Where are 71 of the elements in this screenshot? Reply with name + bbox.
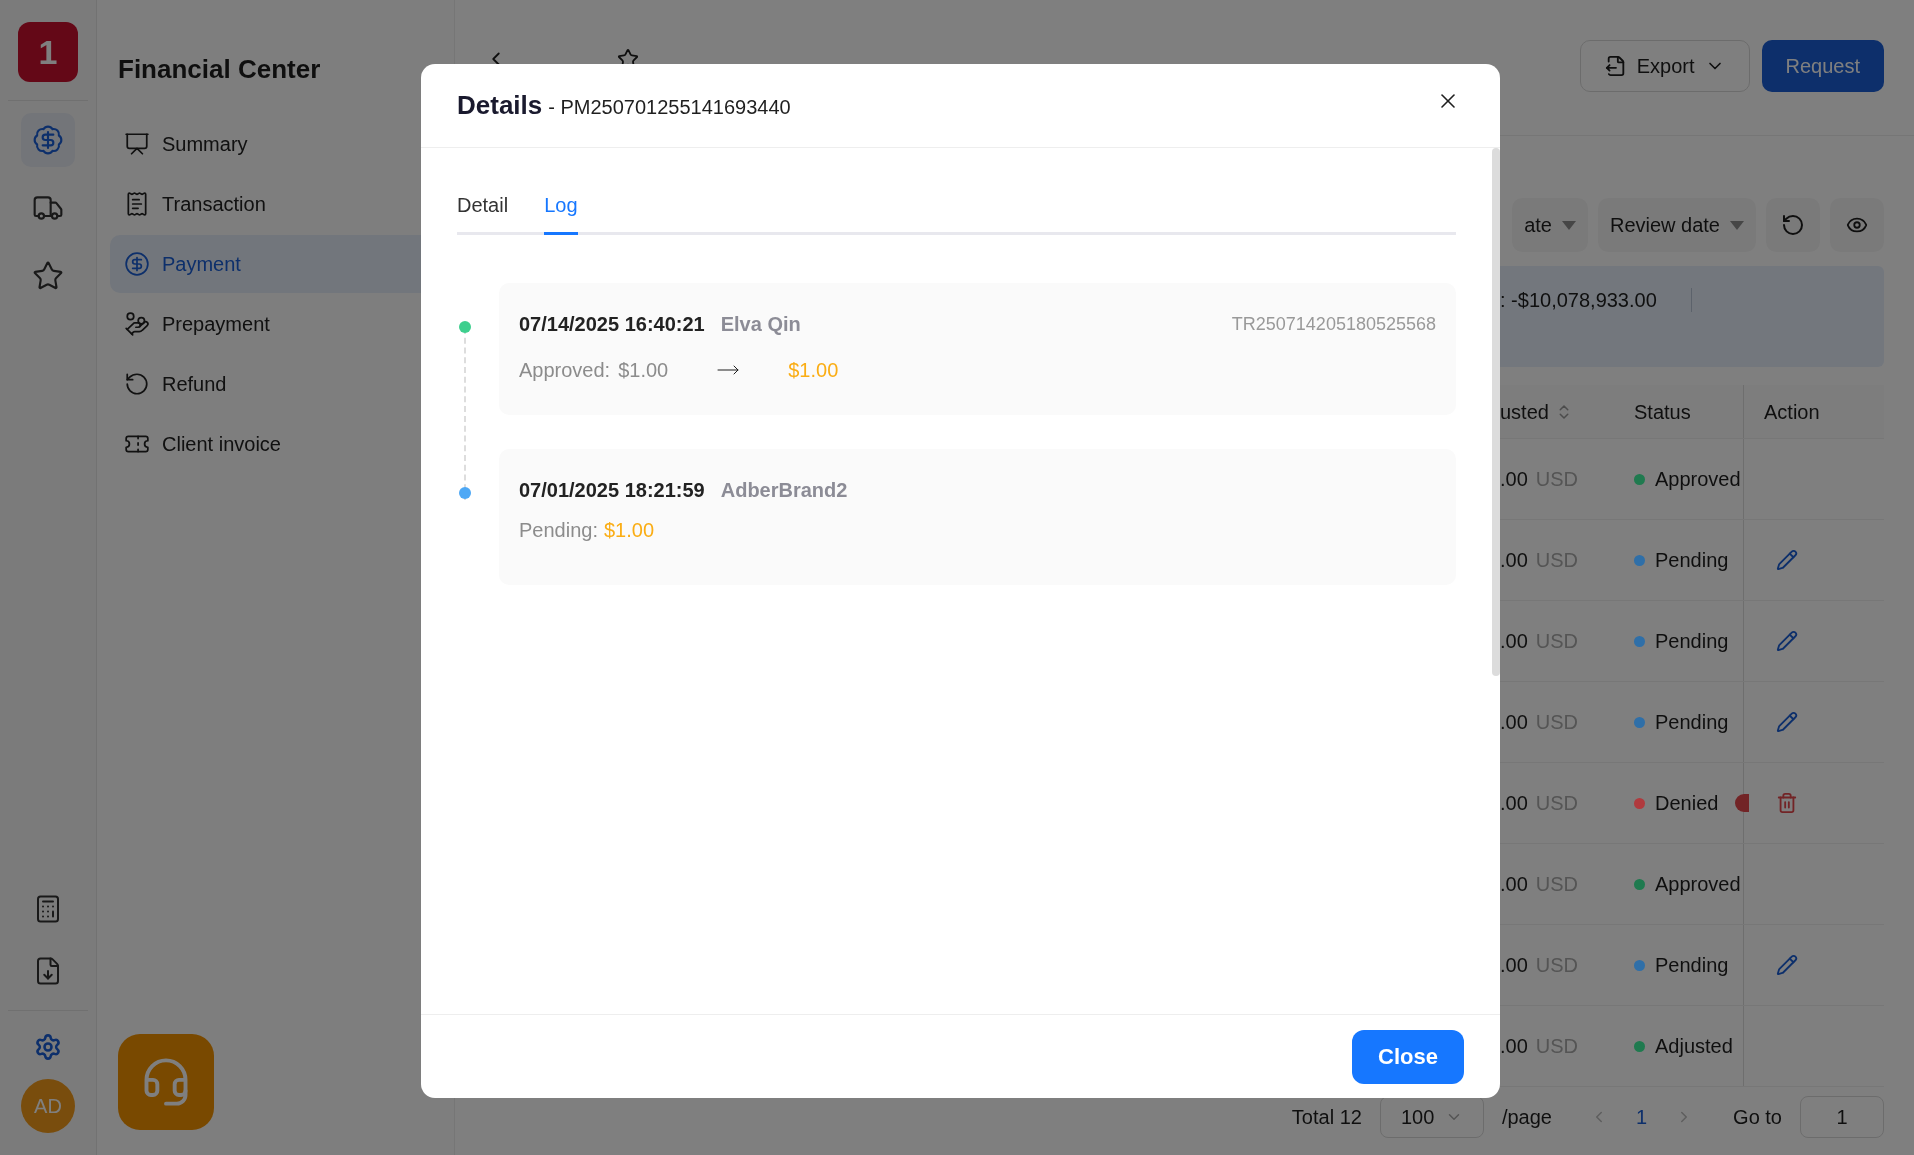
amount-cell-text: .00 — [1500, 872, 1528, 897]
view-button[interactable] — [1830, 198, 1884, 252]
request-button[interactable]: Request — [1761, 40, 1884, 92]
status-label: Pending — [1655, 953, 1729, 978]
receipt-icon — [124, 191, 150, 217]
log-timestamp: 07/01/2025 18:21:59 — [519, 478, 705, 503]
new-amount: $1.00 — [788, 358, 839, 383]
star-icon — [32, 260, 64, 292]
export-button[interactable]: Export — [1579, 40, 1750, 92]
sidebar-item[interactable]: Client invoice — [110, 415, 441, 473]
edit-icon[interactable] — [1776, 549, 1798, 571]
amount-cell-text: .00 — [1500, 467, 1528, 492]
new-amount: $1.00 — [603, 518, 655, 543]
dropdown-triangle-icon — [1730, 220, 1744, 230]
dollar-circle-icon — [124, 251, 150, 277]
log-status: Pending: — [519, 518, 598, 543]
column-header: Status — [1634, 399, 1691, 425]
sidebar-item[interactable]: Transaction — [110, 175, 441, 233]
amount-cell-text: .00 — [1500, 791, 1528, 816]
sidebar-title: Financial Center — [117, 53, 322, 86]
per-page-label: /page — [1501, 1105, 1552, 1130]
old-amount: $1.00 — [618, 358, 669, 383]
refresh-icon — [1781, 213, 1805, 237]
status-label: Pending — [1655, 629, 1729, 654]
column-header: usted — [1500, 399, 1549, 425]
dialog-title: Details — [457, 89, 543, 122]
status-label: Approved — [1655, 872, 1741, 897]
amount-cell-text: .00 — [1500, 629, 1528, 654]
dialog-tab[interactable]: Detail — [457, 190, 509, 235]
close-button[interactable]: Close — [1352, 1029, 1464, 1084]
filter-dropdown[interactable]: ate — [1512, 198, 1588, 252]
page-number[interactable]: 1 — [1625, 1102, 1658, 1132]
rail-nav-button[interactable] — [21, 113, 75, 167]
dropdown-triangle-icon — [1561, 220, 1576, 230]
chart-board-icon — [124, 131, 150, 157]
filter-dropdown[interactable]: Review date — [1597, 198, 1756, 252]
payment-id: - PM250701255141693440 — [548, 94, 791, 120]
sidebar-item[interactable]: Prepayment — [110, 295, 441, 353]
log-status: Approved: — [519, 358, 611, 383]
transaction-id: TR250714205180525568 — [1231, 312, 1436, 336]
edit-icon[interactable] — [1776, 711, 1798, 733]
edit-icon[interactable] — [1776, 954, 1798, 976]
edit-icon[interactable] — [1776, 630, 1798, 652]
scrollbar[interactable] — [1492, 148, 1500, 676]
sidebar-item[interactable]: Refund — [110, 355, 441, 413]
log-user: Elva Qin — [720, 312, 801, 337]
settings-icon[interactable] — [34, 1033, 62, 1061]
amount-cell-text: .00 — [1500, 1034, 1528, 1059]
status-label: Pending — [1655, 710, 1729, 735]
status-label: Denied — [1655, 791, 1719, 816]
total-count: Total 12 — [1291, 1105, 1362, 1130]
delete-icon[interactable] — [1776, 792, 1798, 814]
refresh-button[interactable] — [1766, 198, 1820, 252]
status-label: Approved — [1655, 467, 1741, 492]
status-label: Pending — [1655, 548, 1729, 573]
dialog-tab[interactable]: Log — [544, 190, 578, 235]
goto-field[interactable]: 1 — [1800, 1096, 1884, 1138]
support-chat-button[interactable] — [118, 1034, 214, 1130]
amount-cell-text: .00 — [1500, 953, 1528, 978]
hand-coins-icon — [124, 311, 150, 337]
column-header: Action — [1764, 399, 1820, 425]
sidebar-item[interactable]: Summary — [110, 115, 441, 173]
undo-arrow-icon — [124, 371, 150, 397]
amount-cell-text: .00 — [1500, 548, 1528, 573]
goto-label: Go to — [1733, 1105, 1782, 1130]
log-timestamp: 07/14/2025 16:40:21 — [519, 312, 705, 337]
log-user: AdberBrand2 — [720, 478, 848, 503]
amount-cell-text: .00 — [1500, 710, 1528, 735]
status-label: Adjusted — [1655, 1034, 1733, 1059]
app-logo[interactable]: 1 — [18, 22, 78, 82]
file-export-icon — [1604, 55, 1627, 77]
